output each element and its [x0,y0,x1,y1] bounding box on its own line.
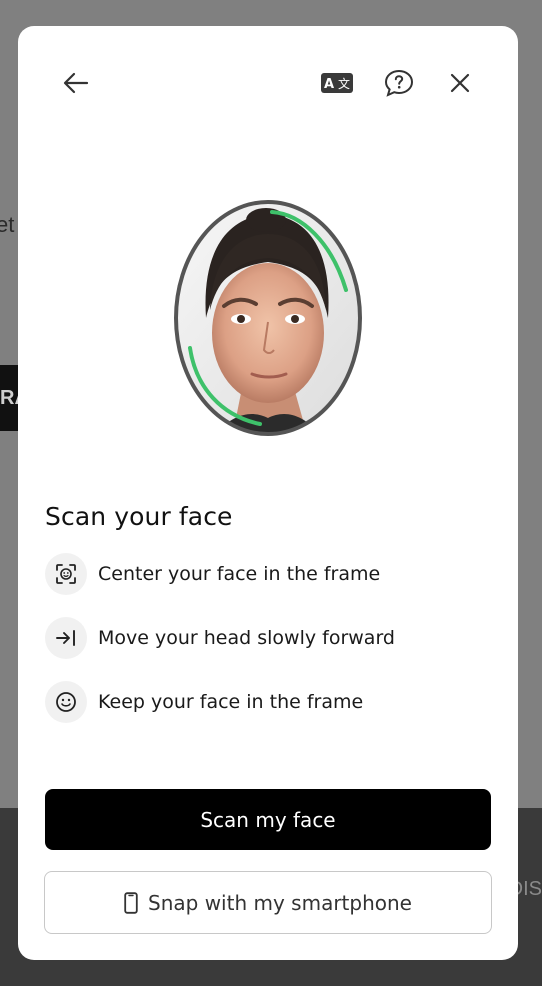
page-title: Scan your face [45,502,233,531]
face-scan-modal: A 文 Scan your face Center your face in t… [18,26,518,960]
translate-icon: A 文 [321,73,353,93]
help-bubble-icon [384,69,414,97]
arrow-left-icon [63,72,89,94]
step-icon-wrapper [45,553,87,595]
snap-with-smartphone-button[interactable]: Snap with my smartphone [44,871,492,934]
instruction-step-2: Move your head slowly forward [45,617,395,659]
close-icon [450,73,470,93]
translate-button[interactable]: A 文 [316,62,358,104]
step-text: Center your face in the frame [98,563,381,585]
instruction-step-1: Center your face in the frame [45,553,380,595]
smiley-icon [56,692,76,712]
face-camera-frame [174,200,362,436]
step-text: Move your head slowly forward [98,627,395,649]
close-button[interactable] [439,62,481,104]
step-text: Keep your face in the frame [98,691,364,713]
step-icon-wrapper [45,617,87,659]
svg-text:A: A [324,77,334,92]
svg-text:文: 文 [338,76,350,91]
arrow-to-line-icon [56,630,75,646]
smartphone-icon [124,891,138,914]
face-preview [172,198,364,438]
step-icon-wrapper [45,681,87,723]
secondary-button-label: Snap with my smartphone [148,890,412,915]
face-image [176,202,360,434]
instruction-step-3: Keep your face in the frame [45,681,363,723]
face-scan-icon [56,564,76,584]
scan-my-face-button[interactable]: Scan my face [45,789,491,850]
help-button[interactable] [378,62,420,104]
back-button[interactable] [55,62,97,104]
background-text-fragment: et [0,212,15,237]
